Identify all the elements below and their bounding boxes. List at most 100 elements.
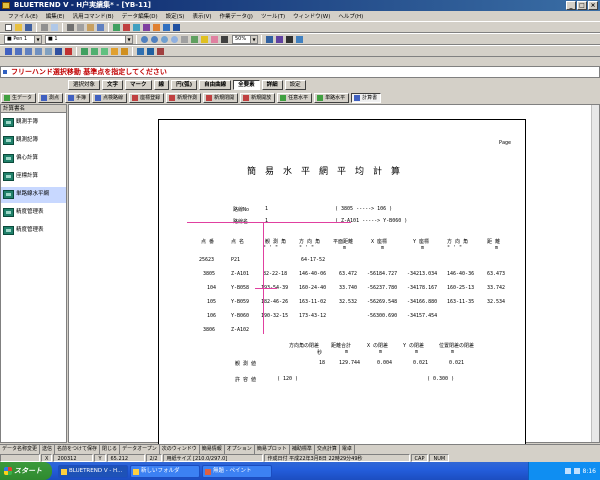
menu-work-data[interactable]: 作業データ(J) [216,12,257,20]
circle-arc-button[interactable]: 円(弧) [171,79,198,90]
copy-element-icon[interactable] [54,47,63,56]
report-item-eccentric-calc[interactable]: 偏心計算 [1,151,66,167]
report-item-observation-book[interactable]: 観測手簿 [1,115,66,131]
menu-edit[interactable]: 編集(E) [42,12,69,20]
tab-coordinate-register[interactable]: 座標登録 [129,93,165,103]
coordinate-icon[interactable] [162,23,171,32]
pan-icon[interactable] [180,35,189,44]
volume-icon[interactable] [573,468,580,474]
preview-icon[interactable] [50,23,59,32]
tab-calculation-report[interactable]: 計算書 [351,93,382,103]
survey-icon[interactable] [152,23,161,32]
pen-select[interactable]: ■ Pen 1 ▼ [4,34,42,44]
menu-data-edit[interactable]: データ編集(D) [118,12,162,20]
snap-icon[interactable] [265,35,274,44]
zoom-in-icon[interactable] [140,35,149,44]
mark-button[interactable]: マーク [125,79,152,90]
pen-icon[interactable] [200,35,209,44]
zoom-out-icon[interactable] [150,35,159,44]
select-icon[interactable] [4,47,13,56]
move-icon[interactable] [14,47,23,56]
detail-button[interactable]: 詳細 [261,79,283,90]
save-icon[interactable] [24,23,33,32]
text-button[interactable]: 文字 [102,79,124,90]
zoom-window-icon[interactable] [160,35,169,44]
menu-help[interactable]: ヘルプ(H) [334,12,367,20]
clock[interactable]: 8:16 [583,468,596,475]
menu-general-commands[interactable]: 汎用コマンド(B) [69,12,118,20]
line-icon[interactable] [220,35,229,44]
close-button[interactable]: × [588,1,598,10]
calc-icon[interactable] [295,35,304,44]
fillet-icon[interactable] [110,47,119,56]
extend-icon[interactable] [90,47,99,56]
hatch-icon[interactable] [146,47,155,56]
zoom-select[interactable]: 50% ▼ [232,34,258,44]
text-icon[interactable] [285,35,294,44]
measure-icon[interactable] [142,23,151,32]
scale-icon[interactable] [34,47,43,56]
maximize-button[interactable]: □ [577,1,587,10]
tab-new-survey[interactable]: 新規作測 [166,93,202,103]
menu-tools[interactable]: ツール(T) [257,12,289,20]
task-new-folder[interactable]: 新しいフォルダ [130,464,200,478]
cut-icon[interactable] [66,23,75,32]
eraser-icon[interactable] [210,35,219,44]
menu-window[interactable]: ウィンドウ(W) [289,12,334,20]
tab-arbitrary-horizontal[interactable]: 任意水平 [277,93,313,103]
line-button[interactable]: 線 [153,79,170,90]
undo-icon[interactable] [96,23,105,32]
all-elements-button[interactable]: 全要素 [233,79,260,90]
polygon-icon[interactable] [136,47,145,56]
vertical-scrollbar[interactable] [591,105,599,442]
tab-new-closed[interactable]: 新規閉開 [203,93,239,103]
report-item-single-route-network[interactable]: 単路線水平網 [1,187,66,203]
select-target-button[interactable]: 選択対象 [68,79,101,90]
redraw-icon[interactable] [190,35,199,44]
copy-icon[interactable] [76,23,85,32]
dimension-icon[interactable] [156,47,165,56]
start-button[interactable]: スタート [0,462,52,480]
open-folder-icon[interactable] [14,23,23,32]
paste-icon[interactable] [86,23,95,32]
report-item-coordinate-calc[interactable]: 座標計算 [1,169,66,185]
minimize-button[interactable]: _ [566,1,576,10]
status-y-value: 65.212 [106,453,145,462]
tab-check-route[interactable]: 点検路線 [92,93,128,103]
task-paint[interactable]: 無題 - ペイント [202,464,272,478]
settings-button[interactable]: 設定 [284,79,306,90]
trim-icon[interactable] [80,47,89,56]
tab-survey-point[interactable]: 測点 [38,93,64,103]
tab-new-open[interactable]: 新規開放 [240,93,276,103]
task-label: 新しいフォルダ [141,467,180,474]
layer-icon[interactable] [122,23,131,32]
tab-field-book[interactable]: 手簿 [65,93,91,103]
menu-view[interactable]: 表示(V) [188,12,215,20]
chamfer-icon[interactable] [120,47,129,56]
tab-raw-data[interactable]: 生データ [1,93,37,103]
document-view[interactable]: Page 簡易水平網平均計算 路線No 1 ( 3805 -----> 106 … [68,104,600,445]
attribute-icon[interactable] [275,35,284,44]
task-bluetrend[interactable]: BLUETREND V - H... [58,464,128,478]
observed-dir-err: 18 [319,360,326,366]
report-item-accuracy-table[interactable]: 精度管理表 [1,205,66,221]
arbitrary-horizontal-icon [280,95,287,101]
help-icon[interactable] [172,23,181,32]
network-icon[interactable] [564,468,571,474]
new-file-icon[interactable] [4,23,13,32]
map-icon[interactable] [132,23,141,32]
freehand-curve-button[interactable]: 自由曲線 [199,79,232,90]
rotate-icon[interactable] [24,47,33,56]
menu-file[interactable]: ファイル(E) [4,12,42,20]
grid-icon[interactable] [112,23,121,32]
menu-settings[interactable]: 設定(S) [162,12,189,20]
line-type-select[interactable]: ■ 1 ▼ [45,34,133,44]
tab-single-route-horizontal[interactable]: 単路水平 [314,93,350,103]
report-item-accuracy-table-2[interactable]: 精度管理表 [1,223,66,239]
print-icon[interactable] [40,23,49,32]
mirror-icon[interactable] [44,47,53,56]
delete-icon[interactable] [64,47,73,56]
offset-icon[interactable] [100,47,109,56]
zoom-all-icon[interactable] [170,35,179,44]
report-item-observation-record[interactable]: 観測記簿 [1,133,66,149]
